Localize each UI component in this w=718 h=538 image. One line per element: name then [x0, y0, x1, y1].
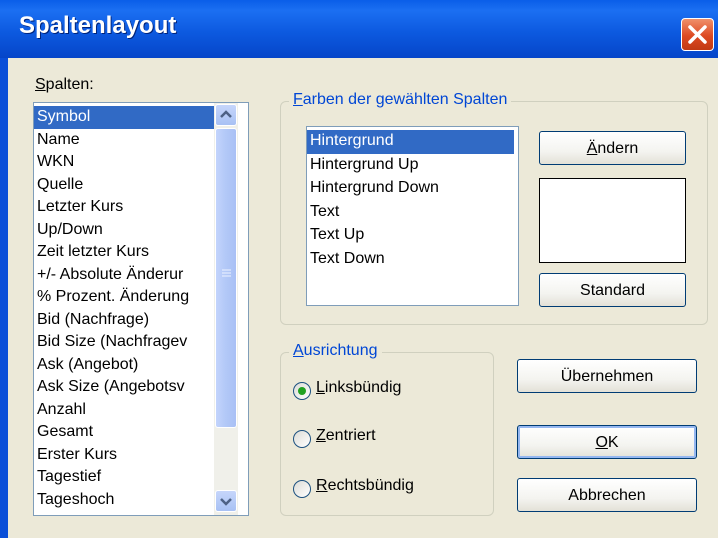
list-item[interactable]: Anzahl — [34, 399, 214, 422]
colors-group-legend: Farben der gewählten Spalten — [289, 91, 512, 109]
align-radio-3[interactable] — [293, 480, 311, 498]
list-item[interactable]: Bid (Nachfrage) — [34, 309, 214, 332]
list-item[interactable]: Quelle — [34, 174, 214, 197]
align-radio-label[interactable]: Zentriert — [316, 427, 376, 445]
list-item[interactable]: Bid Size (Nachfragev — [34, 331, 214, 354]
list-item[interactable]: Ask (Angebot) — [34, 354, 214, 377]
dialog-window: Spaltenlayout Spalten: Symbol Name WKN Quel… — [0, 0, 718, 538]
standard-button[interactable]: Standard — [539, 273, 686, 307]
list-item[interactable]: Symbol — [34, 106, 214, 129]
color-preview — [539, 178, 686, 263]
list-item[interactable]: Letzter Kurs — [34, 196, 214, 219]
list-item[interactable]: Text Down — [307, 248, 514, 272]
grip-icon — [222, 269, 231, 277]
list-item[interactable]: Gesamt — [34, 421, 214, 444]
close-button[interactable] — [681, 18, 714, 51]
cancel-button[interactable]: Abbrechen — [517, 478, 697, 512]
list-item[interactable]: WKN — [34, 151, 214, 174]
dialog-title: Spaltenlayout — [19, 12, 177, 39]
align-radio-label[interactable]: Linksbündig — [316, 379, 401, 397]
change-color-button[interactable]: Ändern — [539, 131, 686, 165]
columns-scrollbar[interactable] — [214, 103, 238, 515]
align-radio-2[interactable] — [293, 430, 311, 448]
list-item[interactable]: Hintergrund — [307, 130, 514, 154]
align-radio-1[interactable] — [293, 382, 311, 400]
radio-dot-icon — [298, 387, 306, 395]
list-item[interactable]: Text Up — [307, 224, 514, 248]
color-targets-listbox[interactable]: Hintergrund Hintergrund Up Hintergrund Dow… — [306, 126, 519, 306]
list-item[interactable]: +/- Absolute Änderur — [34, 264, 214, 287]
apply-button[interactable]: Übernehmen — [517, 359, 697, 393]
colors-group: Farben der gewählten Spalten Hintergrund… — [280, 91, 708, 325]
scroll-up-button[interactable] — [215, 104, 237, 126]
list-item[interactable]: Up/Down — [34, 219, 214, 242]
scroll-thumb[interactable] — [215, 128, 237, 428]
chevron-up-icon — [220, 110, 232, 118]
list-item[interactable]: Erster Kurs — [34, 444, 214, 467]
list-item[interactable]: Ask Size (Angebotsv — [34, 376, 214, 399]
list-item[interactable]: % Prozent. Änderung — [34, 286, 214, 309]
list-item[interactable]: Zeit letzter Kurs — [34, 241, 214, 264]
title-bar[interactable]: Spaltenlayout — [0, 0, 718, 58]
list-item[interactable]: Hintergrund Up — [307, 154, 514, 178]
alignment-group-legend: Ausrichtung — [289, 342, 382, 360]
list-item[interactable]: Text — [307, 201, 514, 225]
scroll-down-button[interactable] — [215, 490, 237, 512]
dialog-body: Spalten: Symbol Name WKN Quelle Letzter Kurs… — [8, 58, 718, 538]
list-item[interactable]: Tageshoch — [34, 489, 214, 512]
list-item[interactable]: Name — [34, 129, 214, 152]
list-item[interactable]: Tagestief — [34, 466, 214, 489]
close-icon — [688, 25, 707, 44]
chevron-down-icon — [220, 498, 232, 506]
list-item[interactable]: Hintergrund Down — [307, 177, 514, 201]
ok-button[interactable]: OK — [517, 425, 697, 459]
alignment-group: Ausrichtung Linksbündig Zentriert Rechtsbü… — [280, 342, 494, 516]
columns-label: Spalten: — [35, 76, 94, 93]
columns-listbox[interactable]: Symbol Name WKN Quelle Letzter Kurs Up/Down Ze… — [33, 102, 249, 516]
align-radio-label[interactable]: Rechtsbündig — [316, 477, 414, 495]
